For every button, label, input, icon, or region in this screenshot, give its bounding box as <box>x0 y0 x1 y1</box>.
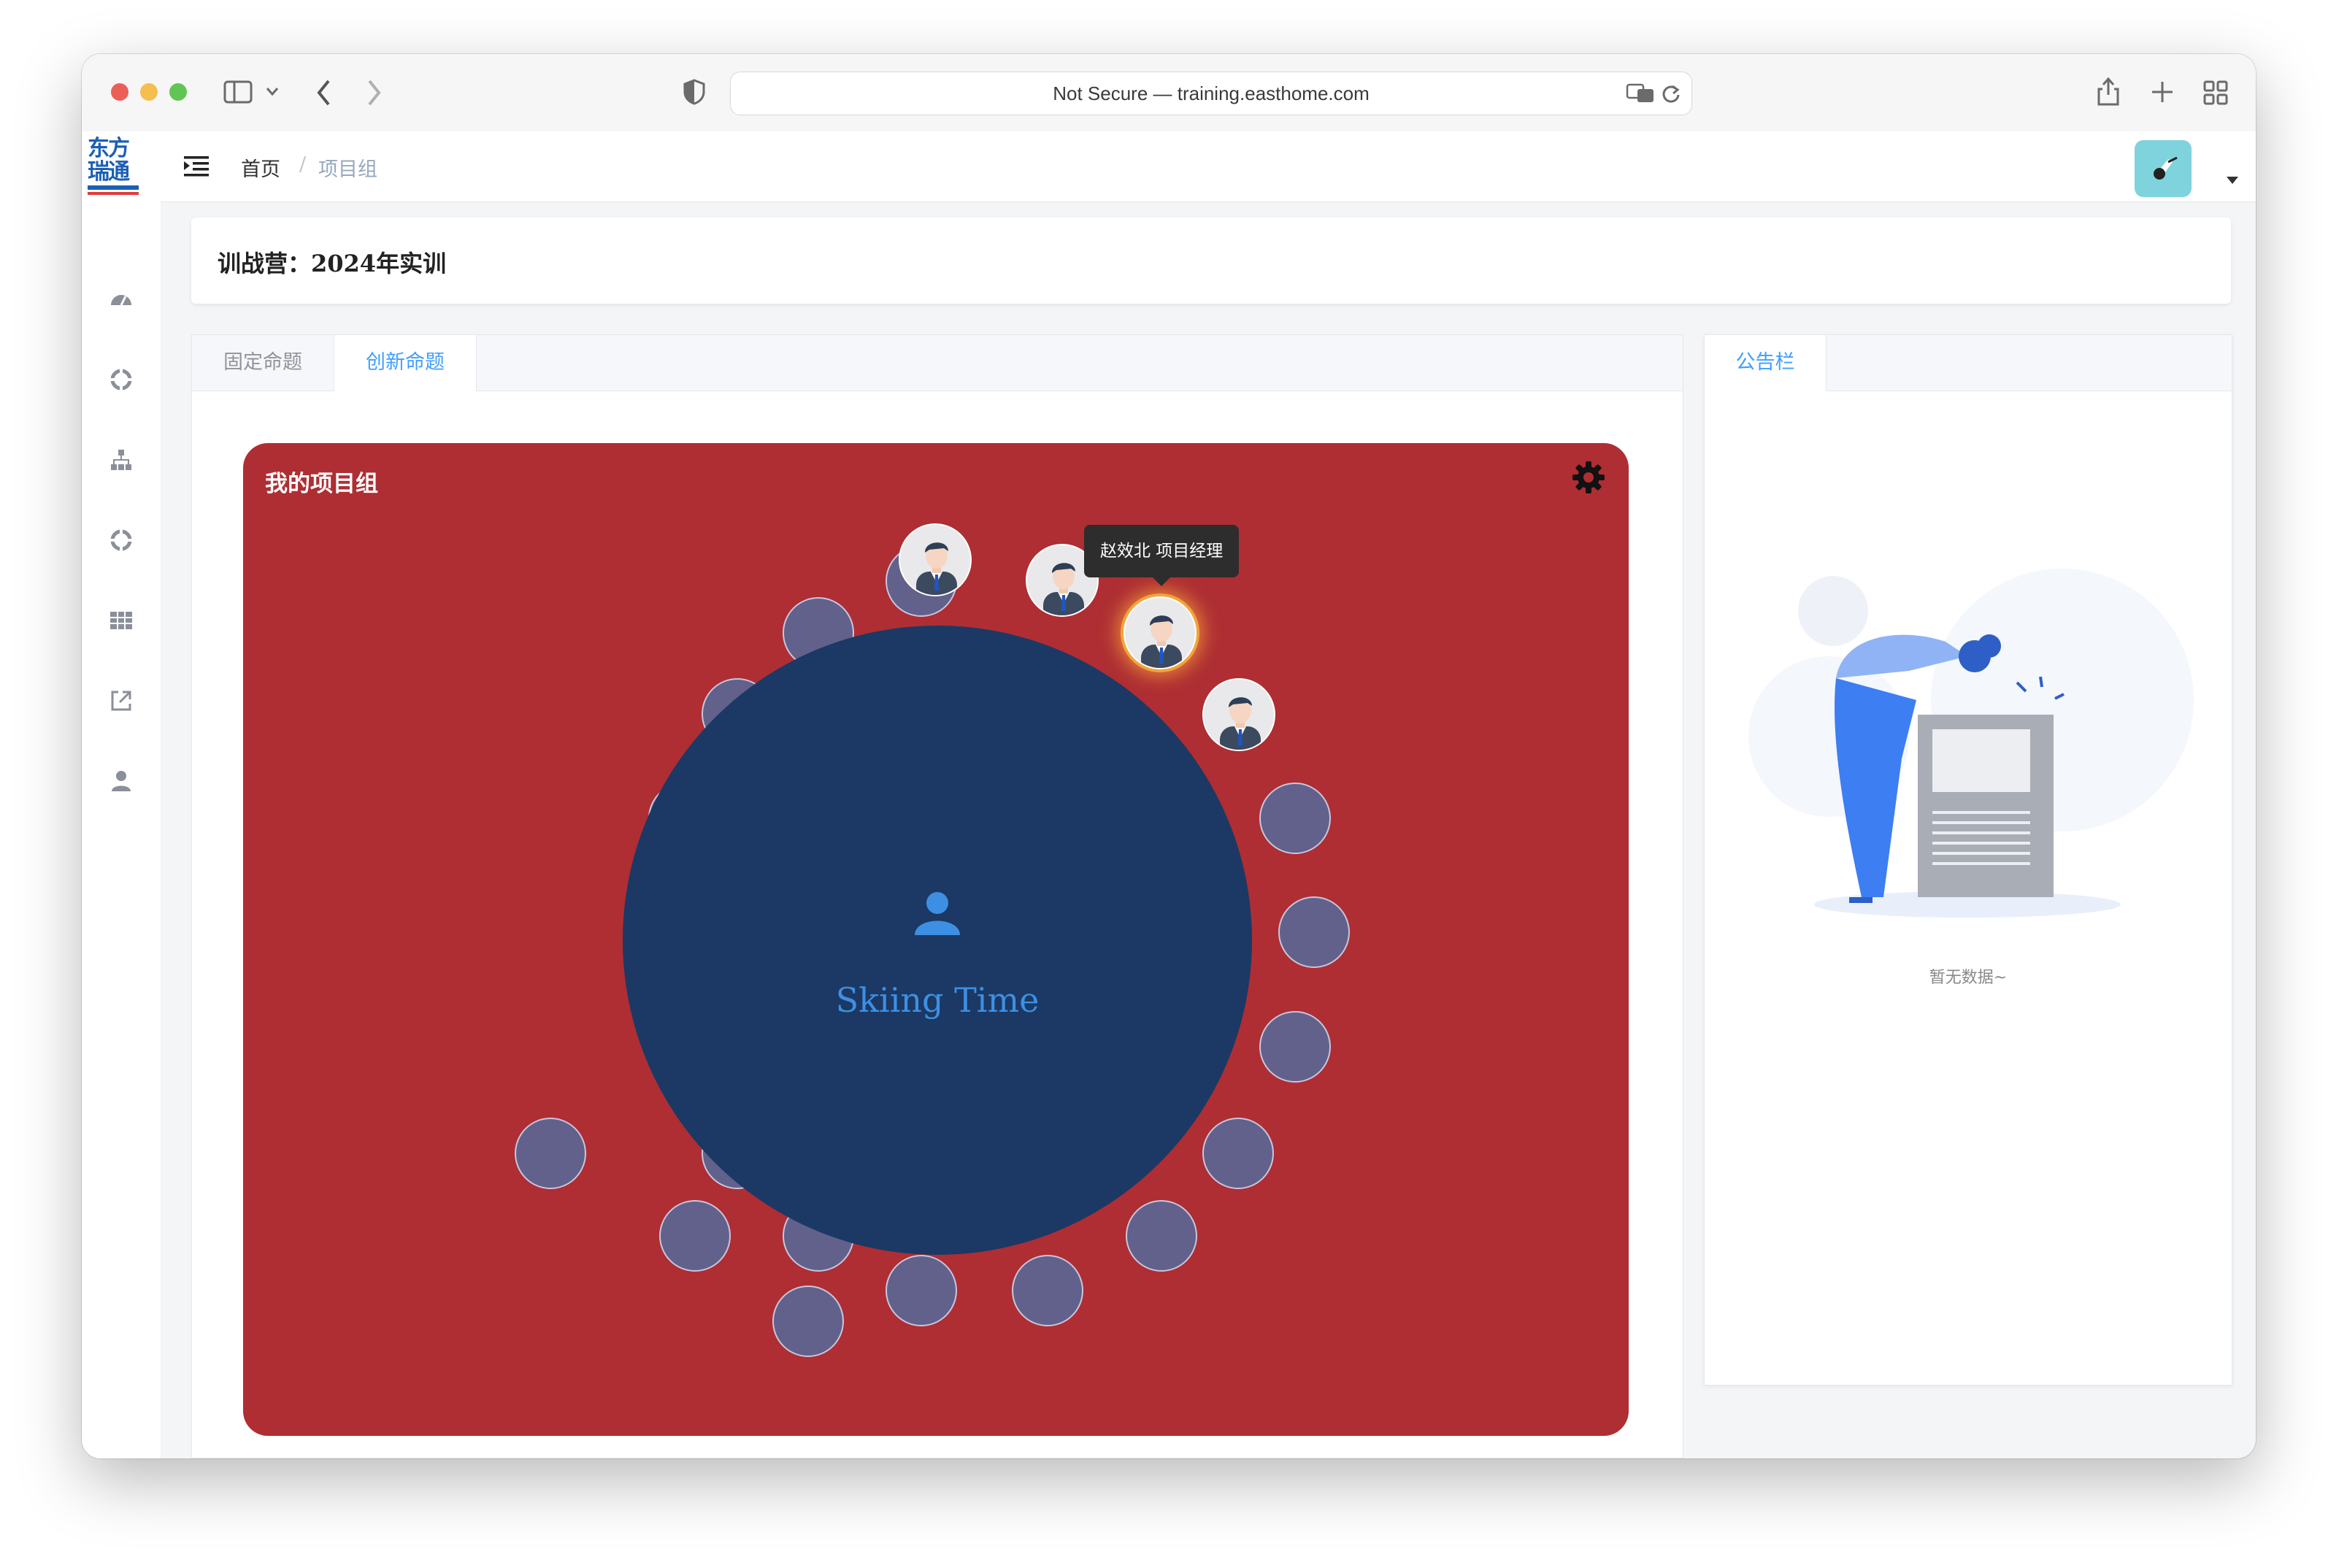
seat-empty[interactable] <box>772 1285 844 1357</box>
seat-empty[interactable] <box>1012 1255 1083 1326</box>
camp-title-card: 训战营：2024年实训 <box>191 218 2231 304</box>
address-bar[interactable]: Not Secure — training.easthome.com <box>730 72 1692 115</box>
dashboard-icon[interactable] <box>108 286 134 312</box>
logo-bar-red <box>88 192 139 195</box>
browser-toolbar: Not Secure — training.easthome.com <box>82 54 2256 132</box>
reload-icon[interactable] <box>1661 83 1681 104</box>
tab-innovation-topic[interactable]: 创新命题 <box>334 335 477 391</box>
close-window-button[interactable] <box>111 83 128 101</box>
share-icon[interactable] <box>2097 76 2120 107</box>
project-name: Skiing Time <box>835 980 1040 1020</box>
empty-state-illustration <box>1748 569 2194 918</box>
breadcrumb-current: 项目组 <box>318 158 377 181</box>
avatar-image-icon <box>2154 156 2178 180</box>
sidebar: 东方 瑞通 <box>82 131 161 1459</box>
project-group-title: 我的项目组 <box>265 471 378 497</box>
top-navbar: 首页 / 项目组 <box>161 131 2256 202</box>
target-icon[interactable] <box>108 527 134 553</box>
privacy-shield-icon[interactable] <box>683 79 705 105</box>
url-text: Not Secure — training.easthome.com <box>1053 82 1370 104</box>
seat-empty[interactable] <box>886 1255 957 1326</box>
sidebar-toggle-icon[interactable] <box>223 80 253 104</box>
user-icon[interactable] <box>108 768 134 794</box>
seat-empty[interactable] <box>1259 783 1331 854</box>
person-icon <box>915 892 960 935</box>
breadcrumb-home[interactable]: 首页 <box>241 153 280 182</box>
external-link-icon[interactable] <box>108 688 134 714</box>
camp-title: 训战营：2024年实训 <box>218 250 447 277</box>
user-avatar[interactable] <box>2135 140 2192 197</box>
seat-empty[interactable] <box>1202 1118 1274 1189</box>
empty-state-text: 暂无数据~ <box>1929 969 2008 987</box>
zoom-window-button[interactable] <box>169 83 187 101</box>
gear-icon[interactable] <box>1570 459 1607 496</box>
seat-member[interactable] <box>1202 678 1275 751</box>
target-icon[interactable] <box>108 366 134 393</box>
seat-empty[interactable] <box>1126 1200 1197 1272</box>
seat-empty[interactable] <box>1278 896 1350 968</box>
round-table[interactable]: Skiing Time <box>623 626 1252 1255</box>
topic-tabs: 固定命题 创新命题 <box>192 335 1683 391</box>
back-icon[interactable] <box>315 79 333 107</box>
seat-member-highlighted[interactable] <box>1124 596 1197 669</box>
forward-icon[interactable] <box>365 79 383 107</box>
tab-overview-icon[interactable] <box>2203 80 2228 105</box>
company-logo[interactable]: 东方 瑞通 <box>88 137 146 203</box>
project-group-board: 我的项目组 Skiing Time 赵效北 项目经理 <box>243 443 1629 1436</box>
seat-empty[interactable] <box>1259 1011 1331 1083</box>
logo-text-line2: 瑞通 <box>88 159 130 185</box>
translate-icon[interactable] <box>1626 82 1655 104</box>
logo-text-line1: 东方 <box>88 136 130 161</box>
member-avatar-icon <box>1220 697 1261 750</box>
caret-down-icon[interactable] <box>2227 177 2238 184</box>
chevron-down-icon[interactable] <box>266 86 279 96</box>
logo-bar <box>88 185 139 190</box>
menu-fold-icon[interactable] <box>184 155 209 177</box>
new-tab-icon[interactable] <box>2151 80 2174 104</box>
bulletin-tabs: 公告栏 <box>1705 335 2232 391</box>
member-avatar-icon <box>916 542 957 595</box>
member-avatar-icon <box>1141 615 1182 668</box>
breadcrumb-separator: / <box>299 153 307 176</box>
grid-icon[interactable] <box>108 607 134 634</box>
bulletin-panel: 公告栏 暂无数据~ <box>1704 334 2232 1386</box>
tab-bulletin[interactable]: 公告栏 <box>1705 335 1827 391</box>
org-chart-icon[interactable] <box>108 447 134 473</box>
seat-empty[interactable] <box>515 1118 586 1189</box>
member-tooltip: 赵效北 项目经理 <box>1084 525 1240 586</box>
topic-panel: 固定命题 创新命题 我的项目组 Skiing Time 赵效北 项目经理 <box>191 334 1683 1459</box>
seat-member[interactable] <box>899 523 972 596</box>
browser-window: Not Secure — training.easthome.com 东方 瑞通… <box>82 54 2256 1459</box>
tab-fixed-topic[interactable]: 固定命题 <box>192 335 334 391</box>
minimize-window-button[interactable] <box>140 83 158 101</box>
seat-empty[interactable] <box>659 1200 731 1272</box>
